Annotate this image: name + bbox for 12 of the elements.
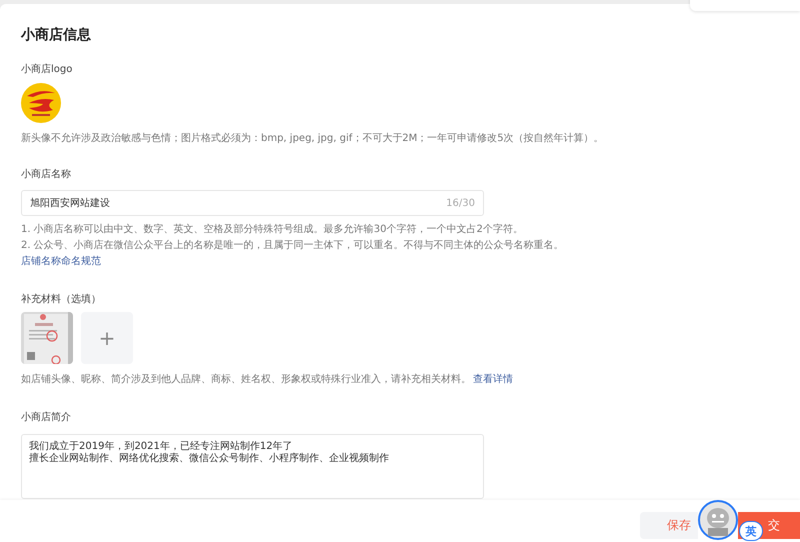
- char-counter: 16/30: [446, 198, 475, 208]
- page-title: 小商店信息: [21, 26, 92, 44]
- rule-text: 1. 小商店名称可以由中文、数字、英文、空格及部分特殊符号组成。最多允许输30个字符，一个中文占2个字符。: [21, 222, 523, 237]
- text-line: 擅长企业网站制作、网络优化搜索、微信公众号制作、小程序制作、企业视频制作: [29, 453, 390, 465]
- field-label: 小商店简介: [21, 410, 72, 424]
- field-label: 小商店logo: [21, 62, 74, 76]
- hint-text: 如店铺头像、昵称、简介涉及到他人品牌、商标、姓名权、形象权或特殊行业准入，请补充相关材料。 查看详情: [21, 372, 514, 387]
- field-label: 补充材料（选填）: [21, 292, 102, 306]
- text-line: 我们成立于2019年，到2021年，已经专注网站制作12年了: [29, 441, 294, 452]
- field-label: 小商店名称: [21, 168, 72, 181]
- rule-text: 2. 公众号、小商店在微信公众平台上的名称是唯一的，且属于同一主体下，可以重名。不得与不同主体的公众号名称重名。: [21, 238, 564, 253]
- hint-text: 新头像不允许涉及政治敏感与色情；图片格式必须为：bmp, jpeg, jpg, gif；不可大于2M；一年可申请修改5次（按自然年计算）。: [21, 132, 605, 145]
